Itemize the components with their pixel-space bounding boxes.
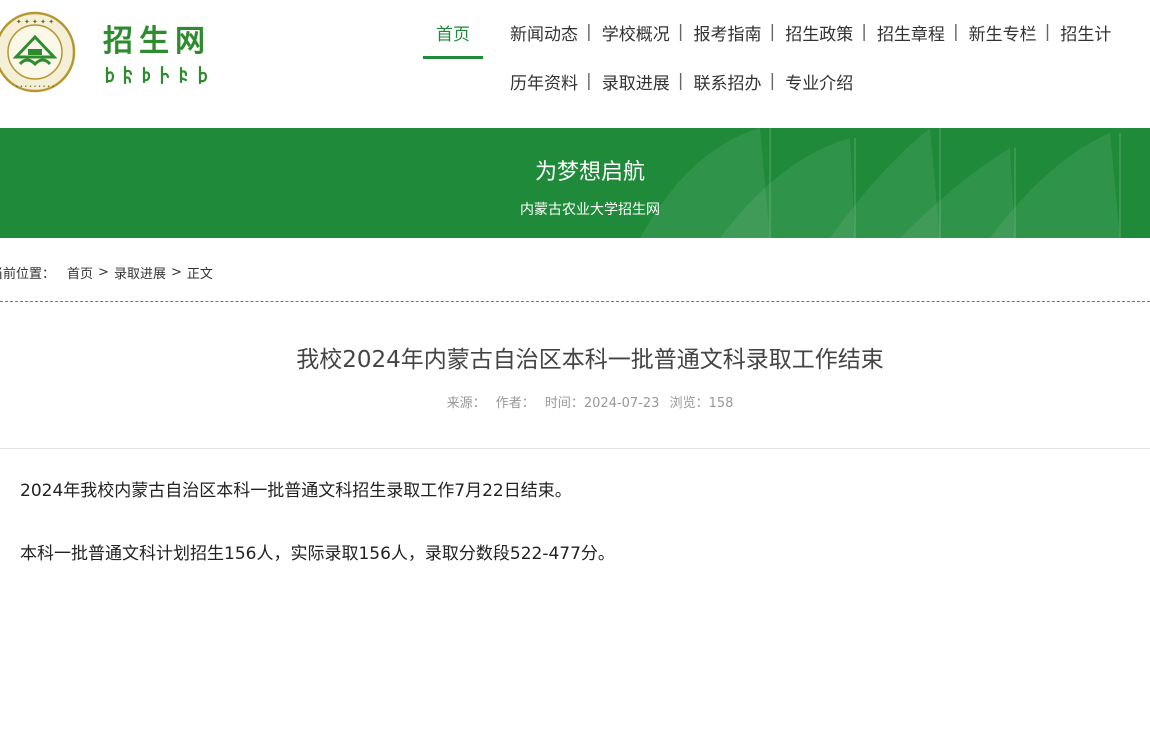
nav-item-label: 历年资料 <box>510 73 578 94</box>
site-header: ✦ ✦ ✦ ✦ ✦ • • • • • • • • • 招生网 首页 新闻动态 … <box>0 0 1150 128</box>
nav-item-past-materials[interactable]: 历年资料 | <box>510 61 602 101</box>
article-meta: 来源： 作者： 时间：2024-07-23 浏览：158 <box>0 394 1150 414</box>
nav-separator: | <box>586 71 592 91</box>
nav-item-label: 联系招办 <box>693 73 762 94</box>
breadcrumb-link-home[interactable]: 首页 <box>67 263 93 282</box>
breadcrumb-separator: > <box>170 264 182 280</box>
nav-item-label: 录取进展 <box>601 73 670 94</box>
nav-separator: | <box>861 22 867 42</box>
article-paragraph: 本科一批普通文科计划招生156人，实际录取156人，录取分数段522-477分。 <box>20 544 615 564</box>
breadcrumb-divider <box>0 301 1150 302</box>
nav-item-contact-office[interactable]: 联系招办 | <box>693 61 785 101</box>
breadcrumb-link-admission-progress[interactable]: 录取进展 <box>114 263 166 282</box>
article-paragraph: 2024年我校内蒙古自治区本科一批普通文科招生录取工作7月22日结束。 <box>20 481 572 501</box>
nav-item-admission-plan[interactable]: 招生计 <box>1060 12 1111 52</box>
nav-item-label: 新闻动态 <box>510 24 578 45</box>
nav-row-secondary: 历年资料 | 录取进展 | 联系招办 | 专业介绍 <box>510 61 853 101</box>
svg-text:✦ ✦ ✦ ✦ ✦: ✦ ✦ ✦ ✦ ✦ <box>16 18 54 26</box>
nav-separator: | <box>586 22 592 42</box>
nav-row-primary: 首页 新闻动态 | 学校概况 | 报考指南 | 招生政策 | 招生章程 | 新生… <box>423 12 1111 59</box>
mongolian-script-logo-icon <box>105 65 208 85</box>
nav-item-home[interactable]: 首页 <box>423 12 483 59</box>
banner-title: 为梦想启航 <box>534 160 645 185</box>
article-source: 来源： <box>446 396 486 411</box>
article-title: 我校2024年内蒙古自治区本科一批普通文科录取工作结束 <box>296 347 884 373</box>
nav-item-label: 新生专栏 <box>968 24 1037 45</box>
nav-separator: | <box>1044 22 1051 42</box>
nav-item-label: 招生计 <box>1060 24 1112 45</box>
breadcrumb: 当前位置： 首页 > 录取进展 > 正文 <box>0 262 213 282</box>
svg-text:• • • • • • • • •: • • • • • • • • • <box>15 84 54 90</box>
nav-item-label: 学校概况 <box>601 24 670 45</box>
nav-item-freshman-column[interactable]: 新生专栏 | <box>969 12 1061 52</box>
breadcrumb-current: 正文 <box>186 266 213 282</box>
main-navigation: 首页 新闻动态 | 学校概况 | 报考指南 | 招生政策 | 招生章程 | 新生… <box>423 0 1150 128</box>
article-time: 时间：2024-07-23 <box>544 396 660 411</box>
nav-item-school-overview[interactable]: 学校概况 | <box>602 12 694 52</box>
university-seal-icon[interactable]: ✦ ✦ ✦ ✦ ✦ • • • • • • • • • <box>0 9 76 95</box>
site-logo-title[interactable]: 招生网 <box>103 24 211 60</box>
article-views: 浏览：158 <box>669 396 734 411</box>
nav-item-application-guide[interactable]: 报考指南 | <box>693 12 785 52</box>
banner-subtitle: 内蒙古农业大学招生网 <box>520 202 660 218</box>
nav-separator: | <box>769 71 776 91</box>
breadcrumb-separator: > <box>98 264 109 280</box>
article-author: 作者： <box>495 396 535 411</box>
nav-separator: | <box>677 22 684 42</box>
nav-item-admission-policy[interactable]: 招生政策 | <box>785 12 877 52</box>
nav-item-label: 招生章程 <box>876 24 945 45</box>
breadcrumb-label: 当前位置： <box>0 266 56 282</box>
nav-item-label: 专业介绍 <box>785 73 854 94</box>
nav-separator: | <box>952 22 959 42</box>
nav-item-major-intro[interactable]: 专业介绍 <box>785 61 853 101</box>
nav-item-label: 报考指南 <box>693 24 762 45</box>
page-banner: 为梦想启航 内蒙古农业大学招生网 <box>0 128 1150 238</box>
nav-item-label: 首页 <box>436 24 470 45</box>
nav-separator: | <box>677 71 684 91</box>
nav-item-admission-progress[interactable]: 录取进展 | <box>602 61 694 101</box>
nav-item-news[interactable]: 新闻动态 | <box>510 12 602 52</box>
nav-item-label: 招生政策 <box>785 24 854 45</box>
article-header-divider <box>0 448 1150 449</box>
nav-separator: | <box>769 22 776 42</box>
nav-item-admission-charter[interactable]: 招生章程 | <box>877 12 969 52</box>
